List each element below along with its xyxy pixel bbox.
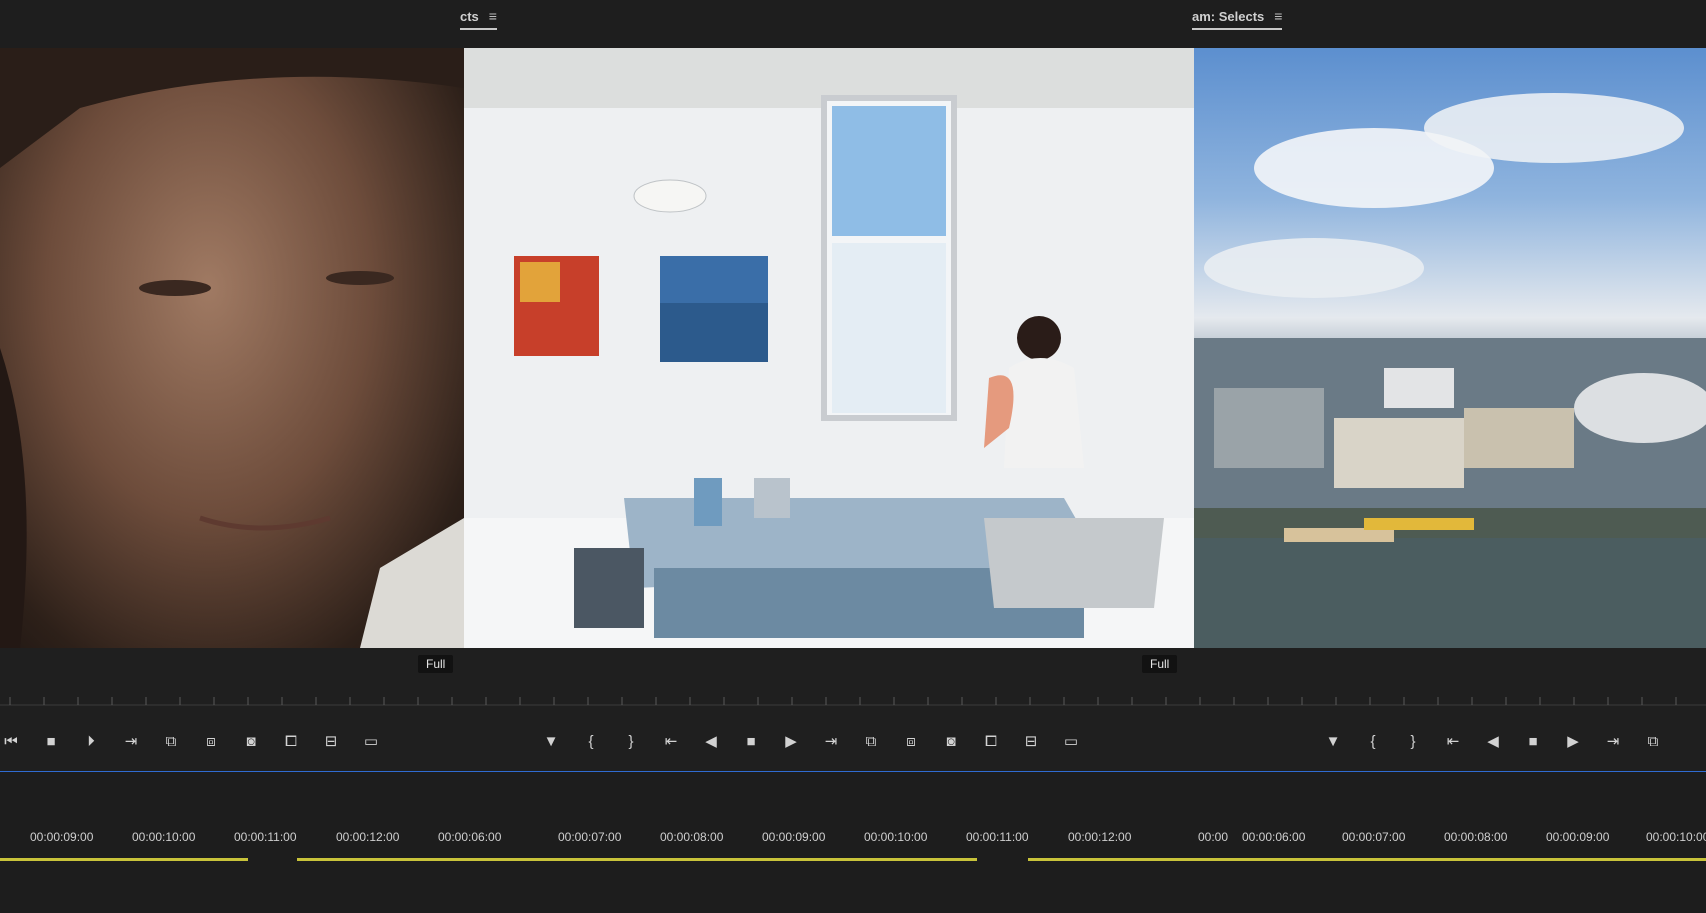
step-forward-icon[interactable]: ▶ <box>780 730 802 752</box>
tab-selects-left[interactable]: cts ≡ <box>460 8 497 30</box>
transport-controls-right: ▼ { } ⇤ ◀ ■ ▶ ⇥ ⧉ <box>1322 730 1664 752</box>
timecode-label: 00:00:07:00 <box>558 830 622 844</box>
timecode-label: 00:00:10:00 <box>1646 830 1706 844</box>
go-to-out-icon[interactable]: ⇥ <box>1602 730 1624 752</box>
timecode-label: 00:00:09:00 <box>1546 830 1610 844</box>
timecode-label: 00:00 <box>1198 830 1229 844</box>
hamburger-icon[interactable]: ≡ <box>489 8 497 24</box>
zoom-level-left[interactable]: Full <box>418 655 454 673</box>
tab-label: am: Selects <box>1192 8 1265 24</box>
hamburger-icon[interactable]: ≡ <box>1274 8 1282 24</box>
mark-in-icon[interactable]: { <box>1362 730 1384 752</box>
go-to-in-icon[interactable]: ⇤ <box>660 730 682 752</box>
stop-icon[interactable]: ■ <box>740 730 762 752</box>
timecode-label: 00:00:08:00 <box>660 830 724 844</box>
go-to-out-icon[interactable]: ⇥ <box>820 730 842 752</box>
viewer-right-frame[interactable] <box>1194 48 1706 648</box>
tab-selects-right[interactable]: am: Selects ≡ <box>1192 8 1283 30</box>
play-backward-icon[interactable]: ⏮ <box>0 730 22 752</box>
step-forward-icon[interactable]: ⏵ <box>80 730 102 752</box>
timecode-label: 00:00:10:00 <box>864 830 928 844</box>
in-out-bar <box>1028 858 1706 861</box>
insert-icon[interactable]: ⧉ <box>160 730 182 752</box>
go-to-out-icon[interactable]: ⇥ <box>120 730 142 752</box>
step-backward-icon[interactable]: ◀ <box>700 730 722 752</box>
in-out-bar <box>0 858 248 861</box>
stop-icon[interactable]: ■ <box>40 730 62 752</box>
transport-controls-left: ⏮ ■ ⏵ ⇥ ⧉ ⧈ ◙ ⧠ ⊟ ▭ <box>0 730 382 752</box>
button-editor-icon[interactable]: ▭ <box>360 730 382 752</box>
compare-icon[interactable]: ⧠ <box>980 730 1002 752</box>
settings-icon[interactable]: ⊟ <box>320 730 342 752</box>
viewer-center-frame[interactable] <box>464 48 1194 648</box>
tab-underline <box>1192 28 1283 30</box>
timecode-label: 00:00:09:00 <box>762 830 826 844</box>
camera-icon[interactable]: ◙ <box>240 730 262 752</box>
marker-icon[interactable]: ▼ <box>1322 730 1344 752</box>
overwrite-icon[interactable]: ⧈ <box>200 730 222 752</box>
timecode-label: 00:00:06:00 <box>1242 830 1306 844</box>
viewer-left-frame[interactable] <box>0 48 464 648</box>
compare-icon[interactable]: ⧠ <box>280 730 302 752</box>
camera-icon[interactable]: ◙ <box>940 730 962 752</box>
studio-image <box>464 48 1194 648</box>
transport-controls-center: ▼ { } ⇤ ◀ ■ ▶ ⇥ ⧉ ⧈ ◙ ⧠ ⊟ ▭ <box>540 730 1082 752</box>
timecode-label: 00:00:06:00 <box>438 830 502 844</box>
insert-icon[interactable]: ⧉ <box>1642 730 1664 752</box>
marker-icon[interactable]: ▼ <box>540 730 562 752</box>
tab-underline <box>460 28 497 30</box>
portrait-image <box>0 48 464 648</box>
timecode-label: 00:00:10:00 <box>132 830 196 844</box>
overwrite-icon[interactable]: ⧈ <box>900 730 922 752</box>
zoom-level-right[interactable]: Full <box>1142 655 1178 673</box>
timeline-panel[interactable]: 00:00:09:00 00:00:10:00 00:00:11:00 00:00:1… <box>0 772 1706 913</box>
top-bar: cts ≡ am: Selects ≡ <box>0 0 1706 48</box>
button-editor-icon[interactable]: ▭ <box>1060 730 1082 752</box>
insert-icon[interactable]: ⧉ <box>860 730 882 752</box>
timecode-label: 00:00:09:00 <box>30 830 94 844</box>
step-forward-icon[interactable]: ▶ <box>1562 730 1584 752</box>
city-image <box>1194 93 1706 648</box>
timecode-label: 00:00:12:00 <box>1068 830 1132 844</box>
mark-in-icon[interactable]: { <box>580 730 602 752</box>
tab-label: cts <box>460 8 479 24</box>
timecode-label: 00:00:11:00 <box>966 830 1029 844</box>
time-ruler[interactable] <box>0 689 1706 713</box>
timecode-label: 00:00:12:00 <box>336 830 400 844</box>
timecode-label: 00:00:11:00 <box>234 830 297 844</box>
in-out-bar <box>297 858 977 861</box>
settings-icon[interactable]: ⊟ <box>1020 730 1042 752</box>
timecode-label: 00:00:08:00 <box>1444 830 1508 844</box>
timecode-row: 00:00:09:00 00:00:10:00 00:00:11:00 00:00:1… <box>0 830 1706 848</box>
go-to-in-icon[interactable]: ⇤ <box>1442 730 1464 752</box>
step-backward-icon[interactable]: ◀ <box>1482 730 1504 752</box>
stop-icon[interactable]: ■ <box>1522 730 1544 752</box>
mark-out-icon[interactable]: } <box>620 730 642 752</box>
mark-out-icon[interactable]: } <box>1402 730 1424 752</box>
timecode-label: 00:00:07:00 <box>1342 830 1406 844</box>
